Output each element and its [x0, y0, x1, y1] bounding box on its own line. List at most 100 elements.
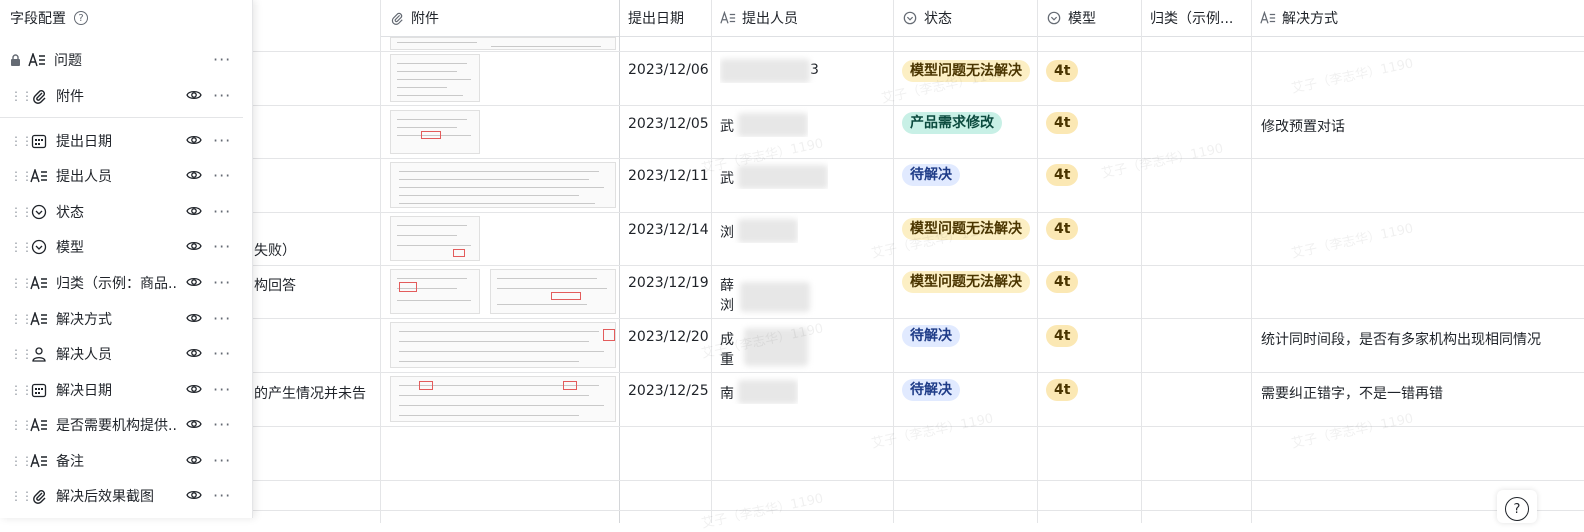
drag-handle-icon[interactable]: ⋮⋮ — [10, 90, 33, 102]
redacted-name — [744, 328, 808, 366]
eye-icon[interactable] — [186, 417, 202, 435]
eye-icon[interactable] — [186, 88, 202, 106]
attachment-thumbnail[interactable] — [390, 110, 480, 154]
person-icon — [30, 345, 48, 363]
eye-icon[interactable] — [186, 168, 202, 186]
drag-handle-icon[interactable]: ⋮⋮ — [10, 490, 33, 502]
model-cell[interactable]: 4t — [1046, 200, 1079, 240]
status-cell[interactable]: 模型问题无法解决 — [902, 42, 1030, 82]
model-cell[interactable]: 4t — [1046, 253, 1079, 293]
drag-handle-icon[interactable]: ⋮⋮ — [10, 348, 33, 360]
drag-handle-icon[interactable]: ⋮⋮ — [10, 135, 33, 147]
drag-handle-icon[interactable]: ⋮⋮ — [10, 384, 33, 396]
eye-icon[interactable] — [186, 204, 202, 222]
more-icon[interactable]: ··· — [213, 380, 231, 399]
eye-icon[interactable] — [186, 239, 202, 257]
drag-handle-icon[interactable]: ⋮⋮ — [10, 419, 33, 431]
attachment-thumbnail[interactable] — [390, 37, 616, 50]
more-icon[interactable]: ··· — [213, 237, 231, 256]
date-cell: 2023/12/20 — [628, 329, 709, 345]
eye-icon[interactable] — [186, 453, 202, 471]
status-cell[interactable]: 待解决 — [902, 307, 960, 347]
drag-handle-icon[interactable]: ⋮⋮ — [10, 241, 33, 253]
more-icon[interactable]: ··· — [213, 309, 231, 328]
field-row-提出人员[interactable]: ⋮⋮ 提出人员 ··· — [0, 158, 252, 194]
attachment-thumbnail[interactable] — [390, 269, 480, 314]
model-badge: 4t — [1046, 325, 1079, 347]
attachment-thumbnail[interactable] — [390, 54, 480, 102]
drag-handle-icon[interactable]: ⋮⋮ — [10, 313, 33, 325]
drag-handle-icon[interactable]: ⋮⋮ — [10, 206, 33, 218]
drag-handle-icon[interactable]: ⋮⋮ — [10, 170, 33, 182]
status-badge: 待解决 — [902, 379, 960, 401]
eye-icon[interactable] — [186, 133, 202, 151]
eye-icon[interactable] — [186, 382, 202, 400]
field-row-提出日期[interactable]: ⋮⋮ 提出日期 ··· — [0, 123, 252, 159]
person-cell: 南 — [720, 365, 798, 404]
model-cell[interactable]: 4t — [1046, 307, 1079, 347]
more-icon[interactable]: ··· — [213, 86, 231, 105]
field-row-模型[interactable]: ⋮⋮ 模型 ··· — [0, 229, 252, 265]
attachment-thumbnail[interactable] — [490, 269, 616, 314]
field-row-解决日期[interactable]: ⋮⋮ 解决日期 ··· — [0, 372, 252, 408]
header-category[interactable]: 归类（示例... — [1142, 0, 1251, 37]
status-cell[interactable]: 待解决 — [902, 361, 960, 401]
eye-icon[interactable] — [186, 311, 202, 329]
attachment-thumbnail[interactable] — [390, 322, 616, 368]
field-row-解决后效果截图[interactable]: ⋮⋮ 解决后效果截图 ··· — [0, 478, 252, 514]
header-date[interactable]: 提出日期 — [620, 0, 711, 37]
more-icon[interactable]: ··· — [213, 166, 231, 185]
status-badge: 模型问题无法解决 — [902, 271, 1030, 293]
watermark: 艾子（李志华）1190 — [870, 411, 995, 452]
field-row-归类[interactable]: ⋮⋮ 归类（示例：商品... ··· — [0, 265, 252, 301]
watermark: 艾子（李志华）1190 — [1290, 221, 1415, 262]
field-row-解决人员[interactable]: ⋮⋮ 解决人员 ··· — [0, 336, 252, 372]
field-row-备注[interactable]: ⋮⋮ 备注 ··· — [0, 443, 252, 479]
field-row-状态[interactable]: ⋮⋮ 状态 ··· — [0, 194, 252, 230]
status-badge: 待解决 — [902, 164, 960, 186]
header-label: 附件 — [411, 11, 439, 27]
more-icon[interactable]: ··· — [213, 415, 231, 434]
field-row-问题[interactable]: 问题 ··· — [0, 42, 252, 78]
eye-icon[interactable] — [186, 346, 202, 364]
header-solution[interactable]: 解决方式 — [1252, 0, 1584, 37]
model-badge: 4t — [1046, 164, 1079, 186]
attachment-thumbnail[interactable] — [390, 376, 616, 422]
status-cell[interactable]: 模型问题无法解决 — [902, 200, 1030, 240]
field-row-解决方式[interactable]: ⋮⋮ 解决方式 ··· — [0, 301, 252, 337]
model-cell[interactable]: 4t — [1046, 146, 1079, 186]
eye-icon[interactable] — [186, 275, 202, 293]
person-cell: 薛浏 — [720, 278, 734, 314]
header-person[interactable]: 提出人员 — [712, 0, 893, 37]
model-cell[interactable]: 4t — [1046, 94, 1079, 134]
status-cell[interactable]: 待解决 — [902, 146, 960, 186]
header-model[interactable]: 模型 — [1038, 0, 1141, 37]
more-icon[interactable]: ··· — [213, 131, 231, 150]
status-cell[interactable]: 模型问题无法解决 — [902, 253, 1030, 293]
date-cell: 2023/12/11 — [628, 168, 709, 184]
model-cell[interactable]: 4t — [1046, 361, 1079, 401]
more-icon[interactable]: ··· — [213, 486, 231, 505]
attachment-thumbnail[interactable] — [390, 216, 480, 261]
more-icon[interactable]: ··· — [213, 451, 231, 470]
help-button[interactable]: ? — [1505, 497, 1529, 521]
text-icon — [30, 416, 48, 434]
more-icon[interactable]: ··· — [213, 50, 231, 69]
more-icon[interactable]: ··· — [213, 344, 231, 363]
field-row-附件[interactable]: ⋮⋮ 附件 ··· — [0, 78, 252, 114]
status-cell[interactable]: 产品需求修改 — [902, 94, 1002, 134]
drag-handle-icon[interactable]: ⋮⋮ — [10, 455, 33, 467]
field-row-是否需要机构提供[interactable]: ⋮⋮ 是否需要机构提供... ··· — [0, 407, 252, 443]
more-icon[interactable]: ··· — [213, 202, 231, 221]
model-cell[interactable]: 4t — [1046, 42, 1079, 82]
question-circle-icon[interactable]: ? — [74, 11, 88, 25]
drag-handle-icon[interactable]: ⋮⋮ — [10, 277, 33, 289]
field-label: 归类（示例：商品... — [56, 276, 176, 292]
person-cell: 武 — [720, 150, 828, 189]
header-status[interactable]: 状态 — [894, 0, 1037, 37]
eye-icon[interactable] — [186, 488, 202, 506]
header-attachment[interactable]: 附件 — [381, 0, 619, 37]
more-icon[interactable]: ··· — [213, 273, 231, 292]
model-badge: 4t — [1046, 60, 1079, 82]
attachment-thumbnail[interactable] — [390, 162, 616, 208]
